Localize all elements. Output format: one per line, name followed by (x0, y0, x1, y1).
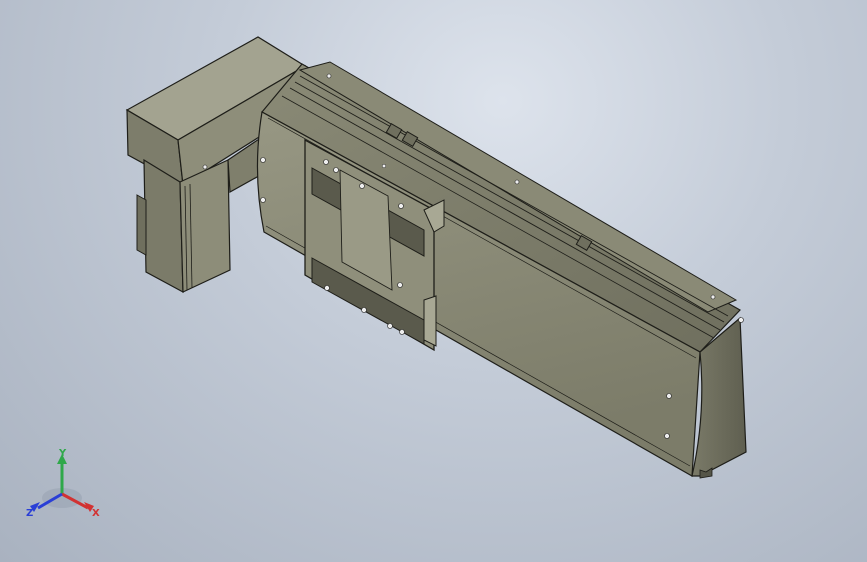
orientation-triad[interactable]: Y X Z (22, 446, 112, 526)
y-axis-label: Y (58, 448, 67, 459)
cad-graphics-viewport[interactable]: Y X Z (0, 0, 867, 562)
z-axis-label: Z (26, 508, 33, 519)
linear-actuator-model[interactable] (0, 0, 867, 562)
motor-column[interactable] (136, 158, 231, 294)
x-axis-label: X (92, 508, 100, 519)
